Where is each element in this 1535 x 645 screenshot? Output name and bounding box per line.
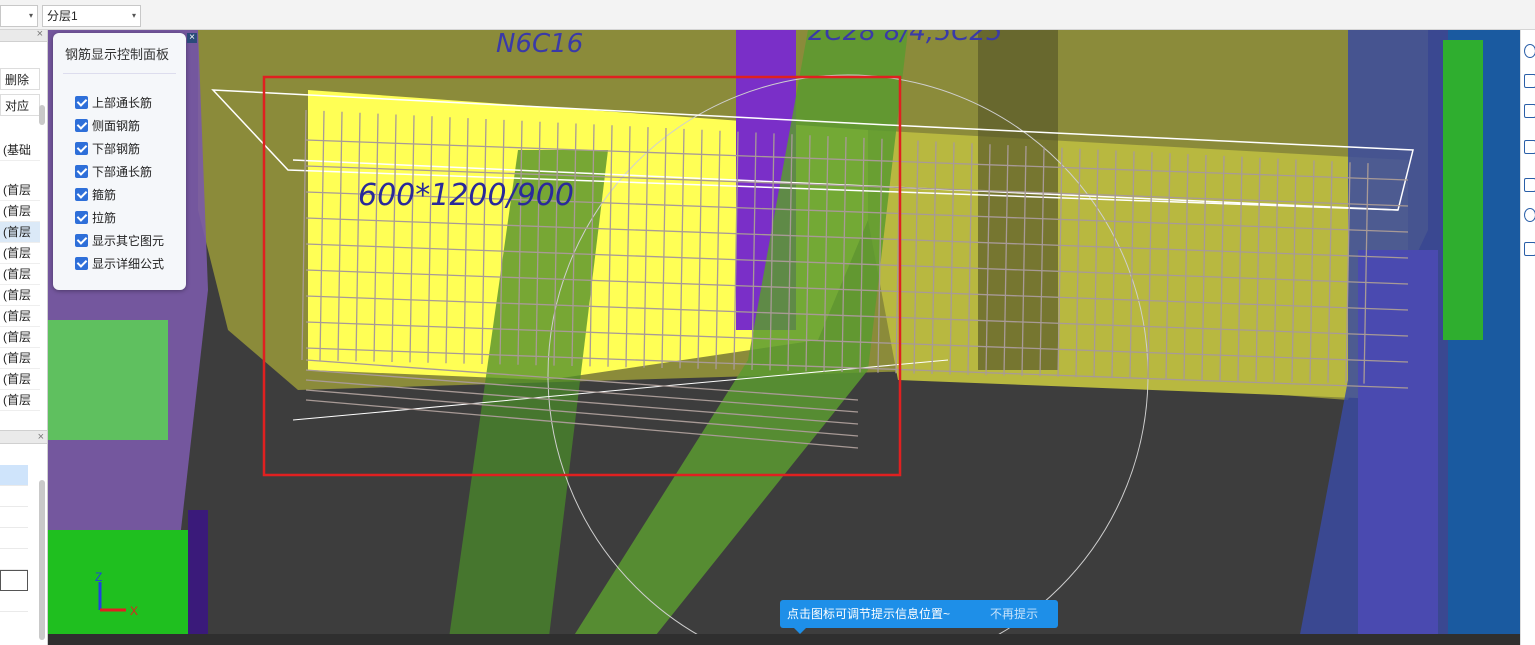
rebar-label-top: N6C16 — [496, 30, 583, 59]
properties-header: × — [0, 430, 47, 444]
close-icon[interactable]: × — [38, 431, 44, 443]
scrollbar-thumb[interactable] — [39, 480, 45, 640]
checkbox[interactable] — [75, 119, 88, 132]
orbit-icon[interactable] — [1524, 44, 1535, 58]
list-item[interactable]: (首层 — [0, 222, 40, 243]
option-label: 上部通长筋 — [92, 96, 153, 110]
list-item[interactable]: (首层 — [0, 243, 40, 264]
option-top-continuous[interactable]: 上部通长筋 — [75, 91, 164, 114]
list-icon[interactable] — [1524, 242, 1535, 256]
option-label: 下部通长筋 — [92, 165, 153, 179]
option-label: 显示其它图元 — [92, 234, 165, 248]
panel-title: 钢筋显示控制面板 — [65, 47, 170, 62]
top-toolbar: ▾ 分层1 ▾ — [0, 0, 1535, 30]
property-row[interactable] — [0, 591, 28, 612]
box-select-icon[interactable] — [1524, 178, 1535, 192]
close-icon[interactable]: × — [187, 33, 197, 43]
option-show-formula[interactable]: 显示详细公式 — [75, 252, 164, 275]
chevron-down-icon: ▾ — [131, 11, 136, 20]
green-block — [48, 320, 168, 440]
checkbox[interactable] — [75, 142, 88, 155]
delete-button[interactable]: 删除 — [0, 68, 40, 90]
model-canvas[interactable]: N6C16 2C28 8/4;5C25 600*1200/900 Z X — [48, 30, 1520, 645]
checkbox[interactable] — [75, 188, 88, 201]
3d-viewport[interactable]: N6C16 2C28 8/4;5C25 600*1200/900 Z X — [48, 30, 1520, 645]
option-tie-bar[interactable]: 拉筋 — [75, 206, 164, 229]
purple-column — [188, 510, 208, 645]
2d-view-icon[interactable] — [1524, 74, 1535, 88]
list-item[interactable]: (首层 — [0, 348, 40, 369]
x-axis-label: X — [130, 604, 138, 618]
checkbox[interactable] — [75, 165, 88, 178]
option-stirrup[interactable]: 箍筋 — [75, 183, 164, 206]
checkbox[interactable] — [75, 234, 88, 247]
floor-list: (首层 (首层 (首层 (首层 (首层 (首层 (首层 (首层 (首层 (首层 … — [0, 180, 40, 411]
left-panel: × 删除 对应 (基础 (首层 (首层 (首层 (首层 (首层 (首层 (首层 … — [0, 30, 48, 645]
checkbox[interactable] — [75, 257, 88, 270]
checkbox[interactable] — [75, 211, 88, 224]
list-item[interactable]: (首层 — [0, 327, 40, 348]
foundation-row[interactable]: (基础 — [0, 140, 40, 161]
option-label: 拉筋 — [92, 211, 117, 225]
olive-column — [978, 30, 1058, 370]
view-combo[interactable]: ▾ — [0, 5, 38, 27]
property-row[interactable] — [0, 549, 28, 570]
property-row[interactable] — [0, 528, 28, 549]
option-bottom-continuous[interactable]: 下部通长筋 — [75, 160, 164, 183]
layer-combo-value: 分层1 — [47, 9, 78, 23]
right-toolbar — [1520, 30, 1535, 645]
correspond-button[interactable]: 对应 — [0, 94, 40, 116]
list-item[interactable]: (首层 — [0, 201, 40, 222]
3d-cube-icon[interactable] — [1524, 208, 1535, 222]
dont-show-again-button[interactable]: 不再提示 — [990, 600, 1038, 628]
option-label: 下部钢筋 — [92, 142, 141, 156]
rebar-label-top-right: 2C28 8/4;5C25 — [808, 30, 1002, 47]
list-item[interactable]: (首层 — [0, 390, 40, 411]
option-show-other[interactable]: 显示其它图元 — [75, 229, 164, 252]
property-row[interactable] — [0, 486, 28, 507]
toast-message[interactable]: 点击图标可调节提示信息位置~ — [787, 600, 950, 628]
toast-pointer — [794, 628, 806, 634]
list-item[interactable]: (首层 — [0, 180, 40, 201]
option-label: 箍筋 — [92, 188, 117, 202]
hint-toast[interactable]: 点击图标可调节提示信息位置~ 不再提示 — [780, 600, 1058, 634]
close-icon[interactable]: × — [37, 30, 43, 40]
list-item[interactable]: (首层 — [0, 306, 40, 327]
property-row[interactable] — [0, 507, 28, 528]
cube-icon[interactable] — [1524, 140, 1535, 154]
green-block — [48, 530, 188, 645]
list-item[interactable]: (首层 — [0, 285, 40, 306]
layer-combo[interactable]: 分层1 ▾ — [42, 5, 141, 27]
option-side-rebar[interactable]: 侧面钢筋 — [75, 114, 164, 137]
checkbox[interactable] — [75, 96, 88, 109]
z-axis-label: Z — [95, 570, 102, 584]
divider — [63, 73, 176, 74]
property-row[interactable] — [0, 570, 28, 591]
green-column — [1443, 40, 1483, 340]
chevron-down-icon: ▾ — [28, 11, 33, 20]
list-item[interactable]: (首层 — [0, 369, 40, 390]
beam-section-label: 600*1200/900 — [358, 178, 574, 213]
property-row[interactable] — [0, 465, 28, 486]
rebar-display-panel: 钢筋显示控制面板 上部通长筋 侧面钢筋 下部钢筋 下部通长筋 箍筋 拉筋 显示其… — [53, 33, 186, 290]
left-panel-header: × — [0, 30, 47, 42]
cube-top-icon[interactable] — [1524, 104, 1535, 118]
list-item[interactable]: (首层 — [0, 264, 40, 285]
option-bottom-rebar[interactable]: 下部钢筋 — [75, 137, 164, 160]
scrollbar-thumb[interactable] — [39, 105, 45, 125]
option-label: 侧面钢筋 — [92, 119, 141, 133]
status-strip — [48, 634, 1520, 645]
option-label: 显示详细公式 — [92, 257, 165, 271]
rebar-options: 上部通长筋 侧面钢筋 下部钢筋 下部通长筋 箍筋 拉筋 显示其它图元 显示详细公… — [75, 91, 164, 275]
